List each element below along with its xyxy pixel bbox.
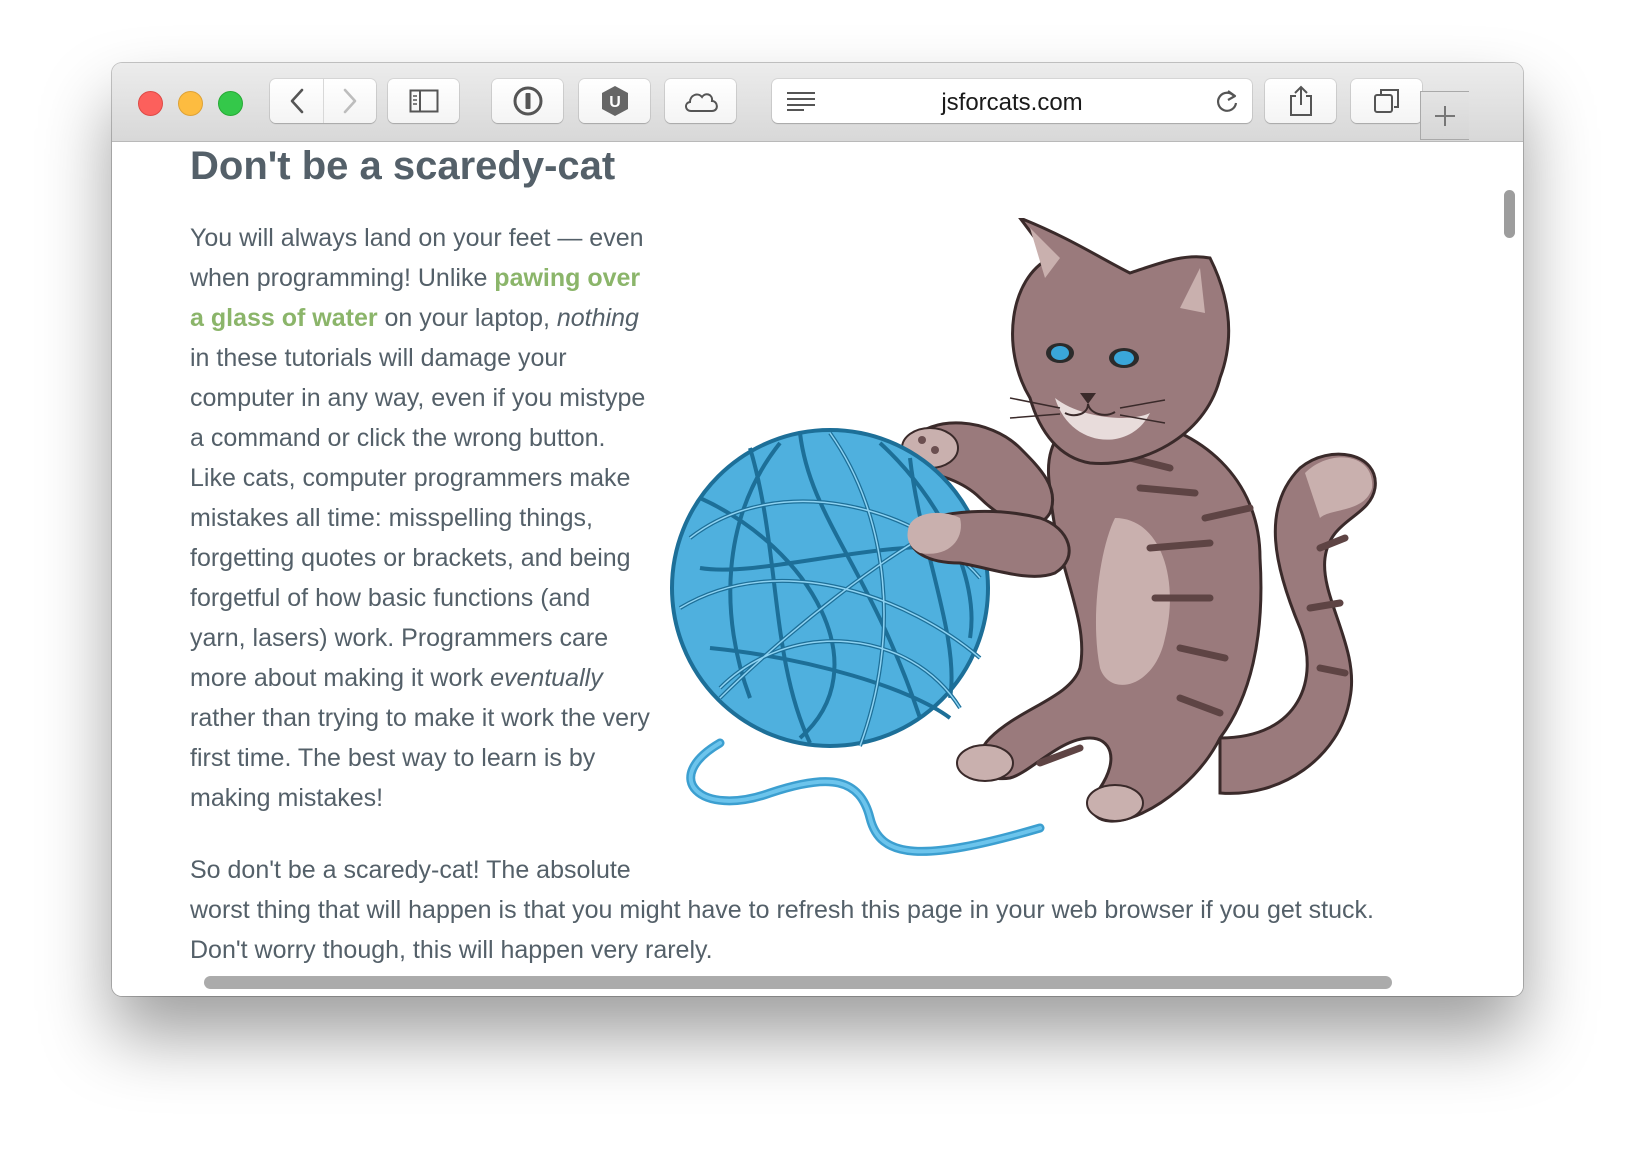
paragraph-text: rather than trying to make it work the v… — [190, 704, 650, 812]
password-manager-button[interactable] — [492, 79, 563, 123]
emphasis-nothing: nothing — [556, 304, 639, 332]
sidebar-icon — [409, 89, 438, 113]
address-bar[interactable]: jsforcats.com — [772, 79, 1252, 123]
chevron-left-icon — [290, 88, 303, 114]
tabs-icon — [1373, 89, 1399, 113]
extension-button[interactable]: U — [579, 79, 650, 123]
vertical-scrollbar[interactable] — [1504, 190, 1515, 238]
paragraph-text: on your laptop, — [377, 304, 557, 332]
reload-icon[interactable] — [1214, 87, 1240, 115]
paragraph-text: in these tutorials will damage your comp… — [190, 344, 646, 692]
page-content: Don't be a scaredy-cat You will always l… — [112, 142, 1523, 996]
browser-window: U jsforcats.com Don't be a scaredy-cat Y… — [112, 63, 1523, 996]
horizontal-scrollbar[interactable] — [204, 976, 1392, 989]
page-heading: Don't be a scaredy-cat — [190, 144, 616, 188]
navigation-buttons — [270, 79, 376, 123]
tabs-overview-button[interactable] — [1351, 79, 1422, 123]
url-text[interactable]: jsforcats.com — [772, 89, 1252, 117]
close-window-button[interactable] — [138, 91, 163, 116]
password-manager-icon — [513, 86, 542, 116]
forward-button[interactable] — [323, 79, 376, 123]
cloud-icon — [684, 93, 718, 112]
new-tab-button[interactable] — [1420, 91, 1469, 140]
plus-icon — [1435, 105, 1455, 126]
cloud-button[interactable] — [665, 79, 736, 123]
browser-toolbar: U jsforcats.com — [112, 63, 1523, 142]
sidebar-button[interactable] — [388, 79, 459, 123]
share-button[interactable] — [1265, 79, 1336, 123]
ublock-icon: U — [601, 86, 628, 116]
back-button[interactable] — [270, 79, 323, 123]
article-body: You will always land on your feet — even… — [190, 218, 1420, 996]
share-icon — [1289, 85, 1312, 116]
zoom-window-button[interactable] — [218, 91, 243, 116]
chevron-right-icon — [343, 88, 357, 114]
svg-text:U: U — [609, 94, 621, 111]
emphasis-eventually: eventually — [490, 664, 603, 692]
kitten-with-yarn-image — [670, 218, 1377, 856]
minimize-window-button[interactable] — [178, 91, 203, 116]
